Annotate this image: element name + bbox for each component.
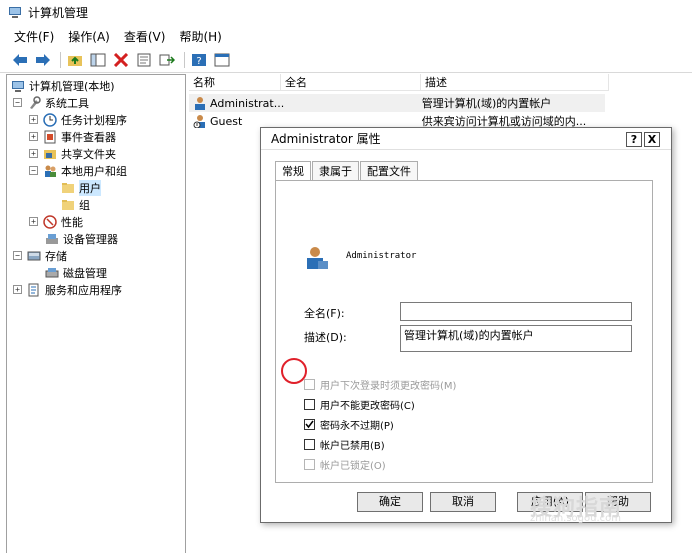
collapse-icon[interactable]: − (13, 98, 22, 107)
svg-text:?: ? (196, 56, 201, 67)
expand-icon[interactable]: + (29, 217, 38, 226)
expand-icon[interactable]: + (29, 115, 38, 124)
checkmark-icon (305, 420, 314, 429)
dialog-titlebar: Administrator 属性 (261, 128, 671, 150)
tab-profile[interactable]: 配置文件 (360, 161, 418, 181)
menu-action[interactable]: 操作(A) (68, 28, 110, 45)
list-header: 名称 全名 描述 (189, 74, 609, 91)
tree-item-system-tools[interactable]: − 系统工具 (13, 94, 89, 111)
tab-member-of[interactable]: 隶属于 (312, 161, 359, 181)
fullname-input[interactable] (400, 302, 632, 321)
column-header-fullname[interactable]: 全名 (281, 74, 421, 90)
tree-item-event-viewer[interactable]: + 事件查看器 (29, 128, 116, 145)
window-titlebar: 计算机管理 (0, 0, 692, 24)
performance-icon (43, 214, 57, 229)
menu-bar: 文件(F) 操作(A) 查看(V) 帮助(H) (0, 26, 692, 46)
folder-icon (62, 182, 74, 193)
shared-folder-icon (44, 149, 56, 159)
tree-item-shared-folders[interactable]: + 共享文件夹 (29, 145, 116, 162)
tree-item-groups[interactable]: 组 (61, 196, 90, 213)
dialog-tabs: 常规 隶属于 配置文件 (275, 161, 419, 181)
tree-item-device-manager[interactable]: 设备管理器 (45, 230, 118, 247)
tree-item-storage[interactable]: − 存储 (13, 247, 67, 264)
list-item-administrator[interactable]: Administrat... 管理计算机(域)的内置帐户 (189, 94, 605, 112)
expand-icon[interactable]: + (13, 285, 22, 294)
cannot-change-password-checkbox[interactable]: 用户不能更改密码(C) (304, 397, 415, 412)
account-disabled-checkbox[interactable]: 帐户已禁用(B) (304, 437, 385, 452)
event-viewer-icon (44, 130, 56, 143)
expand-icon[interactable]: + (29, 132, 38, 141)
device-manager-icon (46, 233, 58, 244)
watermark-url: zhinan.sogou.com (530, 513, 622, 524)
checkbox-box[interactable] (304, 399, 315, 410)
expand-icon[interactable]: + (29, 149, 38, 158)
user-icon (307, 247, 328, 269)
tree-item-performance[interactable]: + 性能 (29, 213, 83, 230)
toolbar-separator (60, 51, 61, 68)
storage-icon (27, 251, 41, 260)
toolbar: ? (0, 47, 692, 73)
username-label: Administrator (346, 251, 417, 261)
collapse-icon[interactable]: − (13, 251, 22, 260)
ok-button[interactable]: 确定 (357, 492, 423, 512)
tree-item-task-scheduler[interactable]: + 任务计划程序 (29, 111, 127, 128)
collapse-icon[interactable]: − (29, 166, 38, 175)
tree-item-local-users-groups[interactable]: − 本地用户和组 (29, 162, 127, 179)
user-icon (195, 97, 205, 110)
export-icon[interactable] (157, 51, 177, 69)
menu-view[interactable]: 查看(V) (124, 28, 166, 45)
cancel-button[interactable]: 取消 (430, 492, 496, 512)
column-header-description[interactable]: 描述 (421, 74, 609, 90)
users-icon (45, 165, 56, 177)
delete-icon[interactable] (111, 51, 131, 69)
folder-icon (62, 199, 74, 210)
menu-file[interactable]: 文件(F) (14, 28, 54, 45)
user-disabled-icon (193, 115, 205, 128)
description-input[interactable]: 管理计算机(域)的内置帐户 (400, 325, 632, 352)
administrator-properties-dialog: Administrator 属性 ? X 常规 隶属于 配置文件 Adminis… (260, 127, 672, 523)
computer-management-icon (12, 80, 24, 92)
must-change-password-checkbox[interactable]: 用户下次登录时须更改密码(M) (304, 377, 456, 392)
account-locked-checkbox[interactable]: 帐户已锁定(O) (304, 457, 386, 472)
toolbar-separator (184, 51, 185, 68)
password-never-expires-checkbox[interactable]: 密码永不过期(P) (304, 417, 394, 432)
general-tab-page: Administrator 全名(F): 描述(D): 管理计算机(域)的内置帐… (275, 180, 653, 483)
properties-icon[interactable] (134, 51, 154, 69)
list-item-description: 管理计算机(域)的内置帐户 (421, 97, 552, 110)
back-arrow-icon[interactable] (10, 51, 30, 69)
tree-item-services-apps[interactable]: + 服务和应用程序 (13, 281, 122, 298)
show-hide-tree-icon[interactable] (88, 51, 108, 69)
dialog-help-button[interactable]: ? (626, 132, 642, 147)
tab-general[interactable]: 常规 (275, 161, 311, 181)
clock-icon (43, 112, 57, 127)
description-label: 描述(D): (304, 331, 347, 344)
checkbox-box-checked[interactable] (304, 419, 315, 430)
column-header-name[interactable]: 名称 (189, 74, 281, 90)
help-icon[interactable]: ? (189, 51, 209, 69)
dialog-close-button[interactable]: X (644, 132, 660, 147)
menu-help[interactable]: 帮助(H) (179, 28, 221, 45)
tree-item-computer-management[interactable]: 计算机管理(本地) (11, 77, 115, 94)
forward-arrow-icon[interactable] (33, 51, 53, 69)
fullname-label: 全名(F): (304, 307, 345, 320)
computer-management-icon (9, 7, 21, 18)
dialog-title: Administrator 属性 (271, 132, 381, 146)
checkbox-box[interactable] (304, 379, 315, 390)
annotation-circle (281, 358, 307, 384)
checkbox-box[interactable] (304, 459, 315, 470)
disk-icon (45, 267, 59, 277)
window-title: 计算机管理 (28, 5, 89, 20)
console-tree: 计算机管理(本地) − 系统工具 + 任务计划程序 + 事件查看器 + 共享文件… (6, 74, 186, 553)
services-icon (28, 283, 39, 296)
checkbox-box[interactable] (304, 439, 315, 450)
up-folder-icon[interactable] (65, 51, 85, 69)
tree-item-users[interactable]: 用户 (61, 179, 101, 196)
tools-icon (30, 95, 41, 109)
tree-item-disk-management[interactable]: 磁盘管理 (45, 264, 107, 281)
console-icon[interactable] (212, 51, 232, 69)
